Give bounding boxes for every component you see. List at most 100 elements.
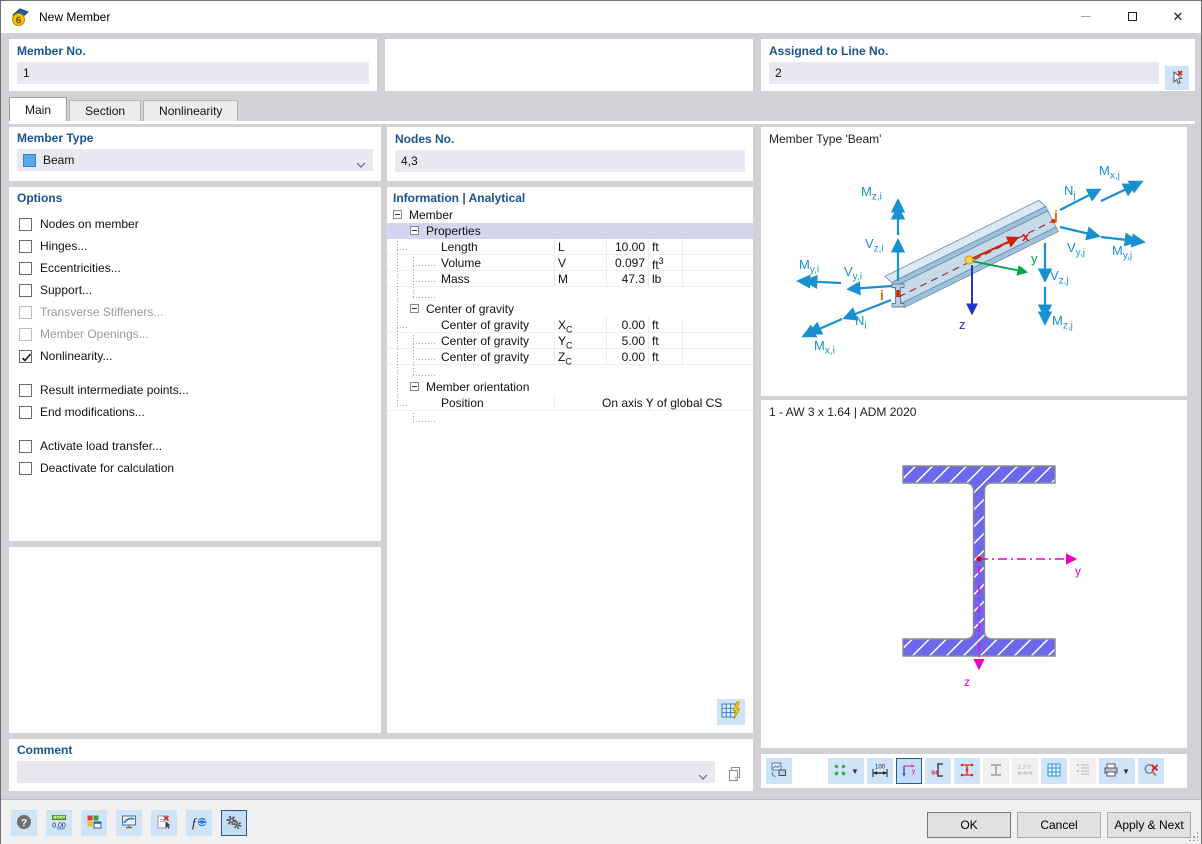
help-icon: ?: [15, 813, 33, 834]
member-type-dropdown[interactable]: Beam: [17, 149, 373, 171]
option-nodes-on-member[interactable]: Nodes on member: [9, 213, 381, 235]
tree-row-center-of-gravity[interactable]: Center of gravityZC0.00ft: [387, 349, 753, 365]
print-button[interactable]: ▼: [1099, 758, 1135, 784]
tab-nonlinearity[interactable]: Nonlinearity: [143, 100, 238, 121]
nodes-no-input[interactable]: [395, 150, 745, 172]
diagram-label-m-y-i: My,i: [799, 257, 819, 276]
member-no-input[interactable]: [17, 62, 369, 84]
tree-row-center-of-gravity[interactable]: Center of gravityXC0.00ft: [387, 317, 753, 333]
option-support[interactable]: Support...: [9, 279, 381, 301]
collapse-icon[interactable]: [393, 210, 402, 219]
assigned-line-input[interactable]: [769, 62, 1159, 84]
apply-next-button[interactable]: Apply & Next: [1107, 812, 1191, 838]
details-button: [1070, 758, 1096, 784]
column-separator: [682, 349, 683, 364]
option-eccentricities[interactable]: Eccentricities...: [9, 257, 381, 279]
info-panel: Information | Analytical MemberPropertie…: [387, 187, 753, 733]
tree-guide: [413, 375, 435, 376]
rendering-button[interactable]: [116, 810, 142, 836]
shear-center-button[interactable]: sc: [925, 758, 951, 784]
view-sync-button[interactable]: [766, 758, 792, 784]
option-result-intermediate-points[interactable]: Result intermediate points...: [9, 379, 381, 401]
tree-row-properties[interactable]: Properties: [387, 223, 753, 239]
checkbox-icon[interactable]: [19, 262, 32, 275]
column-separator: [554, 349, 555, 364]
option-transverse-stiffeners[interactable]: Transverse Stiffeners...: [9, 301, 381, 323]
checkbox-icon[interactable]: [19, 218, 32, 231]
tree-row-length[interactable]: LengthL10.00ft: [387, 239, 753, 255]
checkbox-icon[interactable]: [19, 462, 32, 475]
tree-guide: [413, 281, 435, 282]
tree-row-position[interactable]: PositionOn axis Y of global CS: [387, 395, 753, 411]
option-activate-load-transfer[interactable]: Activate load transfer...: [9, 435, 381, 457]
tree-row-member[interactable]: Member: [387, 207, 753, 223]
option-nonlinearity[interactable]: Nonlinearity...: [9, 345, 381, 367]
zoom-reset-button[interactable]: [1138, 758, 1164, 784]
checkbox-icon[interactable]: [19, 406, 32, 419]
zoom-reset-icon: [1142, 761, 1160, 782]
table-lightning-icon: [720, 701, 742, 724]
dropdown-arrow-icon[interactable]: ▼: [851, 767, 859, 776]
member-type-value: Beam: [43, 153, 74, 167]
checkbox-checked-icon[interactable]: [19, 350, 32, 363]
tab-main[interactable]: Main: [9, 97, 67, 121]
tree-row-member-orientation[interactable]: Member orientation: [387, 379, 753, 395]
tree-guide: [413, 421, 435, 422]
close-button[interactable]: ✕: [1155, 1, 1201, 32]
settings-button[interactable]: [221, 810, 247, 836]
minimize-icon: [1081, 16, 1091, 17]
dimensions-button[interactable]: 100: [867, 758, 893, 784]
tree-row-mass[interactable]: MassM47.3lb: [387, 271, 753, 287]
tree-row-center-of-gravity[interactable]: Center of gravityYC5.00ft: [387, 333, 753, 349]
stress-points-button[interactable]: ▼: [828, 758, 864, 784]
section-points-button[interactable]: [954, 758, 980, 784]
diagram-label-m-x-j: Mx,j: [1099, 163, 1120, 182]
collapse-icon[interactable]: [410, 226, 419, 235]
checkbox-icon[interactable]: [19, 306, 32, 319]
dropdown-arrow-icon[interactable]: ▼: [1122, 767, 1130, 776]
tree-guide: [413, 297, 435, 298]
empty-panel: [9, 547, 381, 733]
tree-row-volume[interactable]: VolumeV0.097ft3: [387, 255, 753, 271]
property-label: Length: [441, 240, 478, 254]
open-table-button[interactable]: [717, 699, 745, 725]
display-props-button[interactable]: [81, 810, 107, 836]
option-label: Support...: [40, 283, 92, 297]
axes-button[interactable]: y: [896, 758, 922, 784]
copy-comment-button[interactable]: [723, 763, 747, 787]
info-tree: MemberPropertiesLengthL10.00ftVolumeV0.0…: [387, 207, 753, 411]
cancel-button[interactable]: Cancel: [1017, 812, 1101, 838]
maximize-icon: [1128, 12, 1137, 21]
checkbox-icon[interactable]: [19, 240, 32, 253]
maximize-button[interactable]: [1109, 1, 1155, 32]
grid-button[interactable]: [1041, 758, 1067, 784]
collapse-icon[interactable]: [410, 382, 419, 391]
property-unit: ft3: [652, 256, 664, 272]
pick-line-button[interactable]: [1165, 66, 1189, 90]
rfem-logo-icon: 6: [10, 7, 30, 27]
pick-new-button[interactable]: [151, 810, 177, 836]
ok-button[interactable]: OK: [927, 812, 1011, 838]
help-button[interactable]: ?: [11, 810, 37, 836]
checkbox-icon[interactable]: [19, 284, 32, 297]
checkbox-icon[interactable]: [19, 384, 32, 397]
option-hinges[interactable]: Hinges...: [9, 235, 381, 257]
checkbox-icon[interactable]: [19, 328, 32, 341]
branch-label: Member: [409, 208, 453, 222]
minimize-button[interactable]: [1063, 1, 1109, 32]
checkbox-icon[interactable]: [19, 440, 32, 453]
comment-combobox[interactable]: [17, 761, 715, 783]
tree-row-center-of-gravity[interactable]: Center of gravity: [387, 301, 753, 317]
function-button[interactable]: f: [186, 810, 212, 836]
tab-section[interactable]: Section: [69, 100, 141, 121]
option-deactivate-for-calculation[interactable]: Deactivate for calculation: [9, 457, 381, 479]
full-section-icon: [987, 761, 1005, 782]
option-member-openings[interactable]: Member Openings...: [9, 323, 381, 345]
window-title: New Member: [39, 10, 110, 24]
units-button[interactable]: 0,00: [46, 810, 72, 836]
column-separator: [682, 271, 683, 286]
option-end-modifications[interactable]: End modifications...: [9, 401, 381, 423]
dialog-buttons: OKCancelApply & Next: [927, 812, 1191, 838]
property-label: Position: [441, 396, 484, 410]
collapse-icon[interactable]: [410, 304, 419, 313]
